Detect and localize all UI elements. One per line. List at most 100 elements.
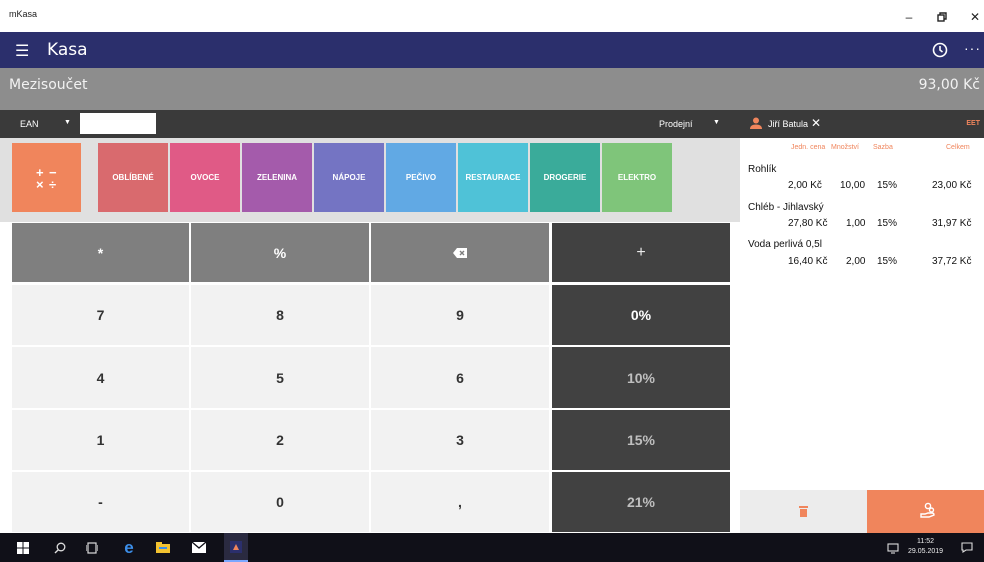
eet-badge[interactable]: EET bbox=[966, 120, 980, 127]
receipt-actions bbox=[740, 490, 984, 533]
input-toolbar: EAN ▼ Prodejní ▼ bbox=[0, 110, 740, 138]
category-bakery[interactable]: PEČIVO bbox=[386, 143, 456, 212]
numeric-keypad: * % + 7 8 9 0% 4 5 6 10% 1 2 3 15% - 0 ,… bbox=[8, 222, 732, 533]
subtotal-label: Mezisoučet bbox=[9, 77, 88, 93]
key-percent[interactable]: % bbox=[191, 223, 369, 282]
vat-15-button[interactable]: 15% bbox=[552, 410, 730, 470]
item-menu-icon[interactable]: ⋮ bbox=[980, 179, 984, 190]
vat-21-button[interactable]: 21% bbox=[552, 472, 730, 532]
chevron-down-icon[interactable]: ▼ bbox=[713, 119, 720, 126]
key-6[interactable]: 6 bbox=[371, 347, 549, 408]
key-5[interactable]: 5 bbox=[191, 347, 369, 408]
category-restaurant[interactable]: RESTAURACE bbox=[458, 143, 528, 212]
windows-start-icon[interactable] bbox=[10, 533, 36, 562]
task-view-icon[interactable] bbox=[82, 533, 102, 562]
code-type-dropdown[interactable]: EAN bbox=[20, 119, 39, 129]
key-minus[interactable]: - bbox=[12, 472, 189, 532]
receipt-panel: Jiří Batula ✕ EET Jedn. cena Množství Sa… bbox=[740, 110, 984, 533]
multiply-icon: × bbox=[36, 177, 44, 192]
chevron-down-icon[interactable]: ▼ bbox=[64, 119, 71, 126]
title-bar: mKasa – ✕ bbox=[0, 0, 984, 32]
category-drinks[interactable]: NÁPOJE bbox=[314, 143, 384, 212]
restore-button[interactable] bbox=[932, 7, 952, 27]
search-icon[interactable] bbox=[50, 533, 70, 562]
receipt-header: Jiří Batula ✕ EET bbox=[740, 110, 984, 138]
category-vegetables[interactable]: ZELENINA bbox=[242, 143, 312, 212]
payment-button[interactable] bbox=[867, 490, 984, 533]
folder-icon bbox=[156, 542, 170, 553]
windows-taskbar: e 11:52 29.05.2019 bbox=[0, 533, 984, 562]
key-0[interactable]: 0 bbox=[191, 472, 369, 532]
notification-area-icon[interactable] bbox=[884, 533, 902, 562]
mkasa-app-icon bbox=[230, 540, 242, 553]
item-unit-price: 16,40 Kč bbox=[788, 256, 828, 267]
key-backspace[interactable] bbox=[371, 223, 549, 282]
key-4[interactable]: 4 bbox=[12, 347, 189, 408]
divide-icon: ÷ bbox=[49, 177, 57, 192]
taskbar-date: 29.05.2019 bbox=[908, 548, 944, 555]
key-7[interactable]: 7 bbox=[12, 285, 189, 345]
subtotal-bar: Mezisoučet 93,00 Kč bbox=[0, 68, 984, 110]
category-label: ZELENINA bbox=[257, 173, 297, 182]
key-8[interactable]: 8 bbox=[191, 285, 369, 345]
app-window: mKasa – ✕ ☰ Kasa ··· Mezisoučet 93,00 Kč… bbox=[0, 0, 984, 533]
vat-0-button[interactable]: 0% bbox=[552, 285, 730, 345]
file-explorer-icon[interactable] bbox=[152, 533, 174, 562]
vat-10-button[interactable]: 10% bbox=[552, 347, 730, 408]
category-electronics[interactable]: ELEKTRO bbox=[602, 143, 672, 212]
key-multiply[interactable]: * bbox=[12, 223, 189, 282]
ean-input[interactable] bbox=[80, 113, 156, 134]
item-name: Rohlík bbox=[748, 164, 777, 175]
category-favorites[interactable]: OBLÍBENÉ bbox=[98, 143, 168, 212]
delete-receipt-button[interactable] bbox=[740, 490, 867, 533]
column-vat: Sazba bbox=[873, 144, 893, 151]
key-comma[interactable]: , bbox=[371, 472, 549, 532]
key-3[interactable]: 3 bbox=[371, 410, 549, 470]
key-2[interactable]: 2 bbox=[191, 410, 369, 470]
sale-mode-dropdown[interactable]: Prodejní bbox=[659, 119, 693, 129]
backspace-icon bbox=[453, 247, 467, 258]
key-9[interactable]: 9 bbox=[371, 285, 549, 345]
item-total: 37,72 Kč bbox=[932, 256, 972, 267]
more-options-button[interactable]: ··· bbox=[964, 40, 981, 56]
item-menu-icon[interactable]: ⋮ bbox=[980, 255, 984, 266]
app-bar: ☰ Kasa ··· bbox=[0, 32, 984, 68]
restore-icon bbox=[937, 12, 947, 22]
network-icon bbox=[887, 542, 899, 554]
category-label: NÁPOJE bbox=[332, 173, 366, 182]
action-center-icon[interactable] bbox=[958, 533, 976, 562]
edge-browser-icon[interactable]: e bbox=[118, 533, 140, 562]
item-vat: 15% bbox=[877, 180, 898, 191]
item-quantity: 10,00 bbox=[840, 180, 866, 191]
close-button[interactable]: ✕ bbox=[965, 7, 984, 27]
item-menu-icon[interactable]: ⋮ bbox=[980, 217, 984, 228]
category-drugstore[interactable]: DROGERIE bbox=[530, 143, 600, 212]
item-quantity: 2,00 bbox=[846, 256, 866, 267]
category-fruit[interactable]: OVOCE bbox=[170, 143, 240, 212]
key-plus[interactable]: + bbox=[552, 223, 730, 282]
taskbar-clock[interactable]: 11:52 29.05.2019 bbox=[908, 537, 943, 557]
mail-store-icon[interactable] bbox=[188, 533, 210, 562]
envelope-icon bbox=[192, 542, 206, 553]
item-vat: 15% bbox=[877, 256, 898, 267]
logout-close-icon[interactable]: ✕ bbox=[811, 116, 821, 130]
key-1[interactable]: 1 bbox=[12, 410, 189, 470]
item-vat: 15% bbox=[877, 218, 898, 229]
hamburger-menu-icon[interactable]: ☰ bbox=[15, 41, 29, 61]
window-title: mKasa bbox=[9, 9, 38, 19]
mkasa-taskbar-icon[interactable] bbox=[224, 533, 248, 562]
taskbar-time: 11:52 bbox=[917, 538, 935, 545]
column-unit-price: Jedn. cena bbox=[791, 144, 826, 151]
category-label: DROGERIE bbox=[543, 173, 587, 182]
clock-history-icon[interactable] bbox=[931, 41, 949, 59]
calculator-button[interactable]: + − × ÷ bbox=[12, 143, 81, 212]
trash-icon bbox=[799, 506, 808, 517]
subtotal-amount: 93,00 Kč bbox=[918, 77, 980, 93]
task-view-glyph-icon bbox=[86, 541, 98, 554]
windows-logo-icon bbox=[17, 541, 29, 554]
speech-bubble-icon bbox=[961, 542, 973, 553]
minimize-button[interactable]: – bbox=[899, 7, 919, 27]
item-name: Chléb - Jihlavský bbox=[748, 202, 824, 213]
hand-coins-icon bbox=[920, 502, 935, 518]
item-name: Voda perlivá 0,5l bbox=[748, 239, 822, 250]
